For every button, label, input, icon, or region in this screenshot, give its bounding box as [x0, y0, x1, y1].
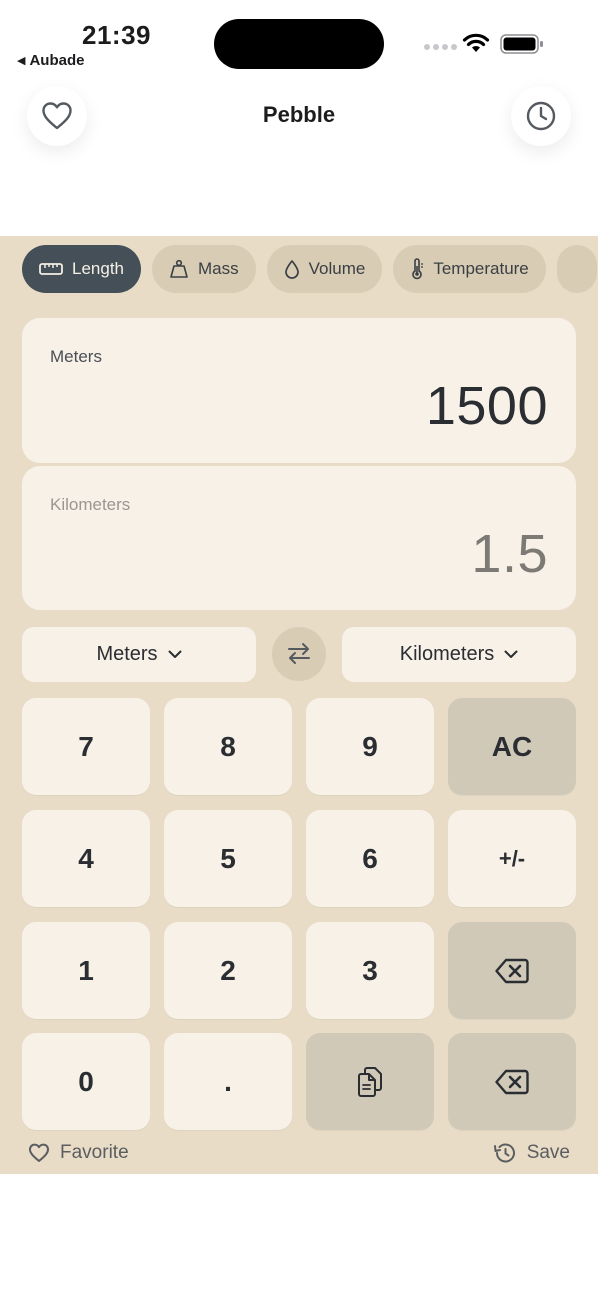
copy-button[interactable] — [306, 1033, 434, 1130]
from-unit-dropdown[interactable]: Meters — [22, 627, 256, 682]
ruler-icon — [39, 263, 63, 275]
from-unit-label: Meters — [96, 643, 158, 665]
output-card: Kilometers 1.5 — [22, 466, 576, 610]
chevron-down-icon — [504, 650, 518, 658]
status-time: 21:39 — [82, 20, 151, 50]
tab-temperature[interactable]: Temperature — [393, 245, 546, 293]
all-clear-button[interactable]: AC — [448, 698, 576, 795]
key-7[interactable]: 7 — [22, 698, 150, 795]
input-card[interactable]: Meters 1500 — [22, 318, 576, 463]
back-triangle-icon: ◀ — [17, 55, 26, 67]
key-0[interactable]: 0 — [22, 1033, 150, 1130]
tab-more-partial[interactable] — [556, 245, 597, 293]
output-unit-label: Kilometers — [50, 495, 131, 514]
back-to-app-link[interactable]: ◀ Aubade — [17, 52, 84, 69]
page-title: Pebble — [262, 102, 336, 127]
input-unit-label: Meters — [50, 347, 102, 366]
tab-volume[interactable]: Volume — [266, 245, 383, 293]
output-value: 1.5 — [471, 524, 548, 584]
tab-length-label: Length — [72, 259, 124, 278]
backspace-icon — [495, 1069, 529, 1094]
save-button[interactable]: Save — [493, 1142, 570, 1164]
category-tabs: Length Mass Volume Temperature — [22, 245, 597, 293]
wifi-icon — [462, 33, 490, 52]
converter-panel: Length Mass Volume Temperature Meters 15… — [0, 236, 598, 1174]
decimal-point-key[interactable]: . — [164, 1033, 292, 1130]
heart-icon — [29, 1143, 49, 1162]
swap-units-button[interactable] — [272, 627, 326, 681]
battery-icon — [500, 34, 543, 54]
history-header-button[interactable] — [511, 86, 571, 146]
favorite-label: Favorite — [60, 1142, 129, 1163]
tab-volume-label: Volume — [308, 259, 366, 278]
back-app-label: Aubade — [29, 52, 85, 69]
key-5[interactable]: 5 — [164, 810, 292, 907]
input-value: 1500 — [425, 376, 548, 436]
drop-icon — [284, 260, 299, 279]
tab-length[interactable]: Length — [22, 245, 141, 293]
to-unit-dropdown[interactable]: Kilometers — [342, 627, 576, 682]
chevron-down-icon — [168, 650, 182, 658]
status-bar: 21:39 ◀ Aubade — [0, 0, 598, 80]
dynamic-island — [214, 19, 384, 69]
backspace-icon — [495, 958, 529, 983]
plus-minus-button[interactable]: +/- — [448, 810, 576, 907]
key-8[interactable]: 8 — [164, 698, 292, 795]
key-2[interactable]: 2 — [164, 922, 292, 1019]
backspace-button-2[interactable] — [448, 1033, 576, 1130]
favorite-button[interactable]: Favorite — [28, 1142, 129, 1164]
tab-temperature-label: Temperature — [433, 259, 529, 278]
cellular-signal-icon — [424, 44, 457, 50]
backspace-button[interactable] — [448, 922, 576, 1019]
key-3[interactable]: 3 — [306, 922, 434, 1019]
key-6[interactable]: 6 — [306, 810, 434, 907]
to-unit-label: Kilometers — [399, 643, 495, 665]
weight-icon — [170, 259, 188, 278]
key-1[interactable]: 1 — [22, 922, 150, 1019]
key-9[interactable]: 9 — [306, 698, 434, 795]
key-4[interactable]: 4 — [22, 810, 150, 907]
tab-mass-label: Mass — [198, 259, 239, 278]
history-icon — [493, 1143, 515, 1163]
swap-arrows-icon — [288, 643, 310, 664]
tab-mass[interactable]: Mass — [152, 245, 256, 293]
clock-icon — [526, 101, 556, 131]
save-label: Save — [526, 1142, 570, 1163]
copy-icon — [358, 1066, 382, 1097]
thermometer-icon — [412, 258, 424, 280]
